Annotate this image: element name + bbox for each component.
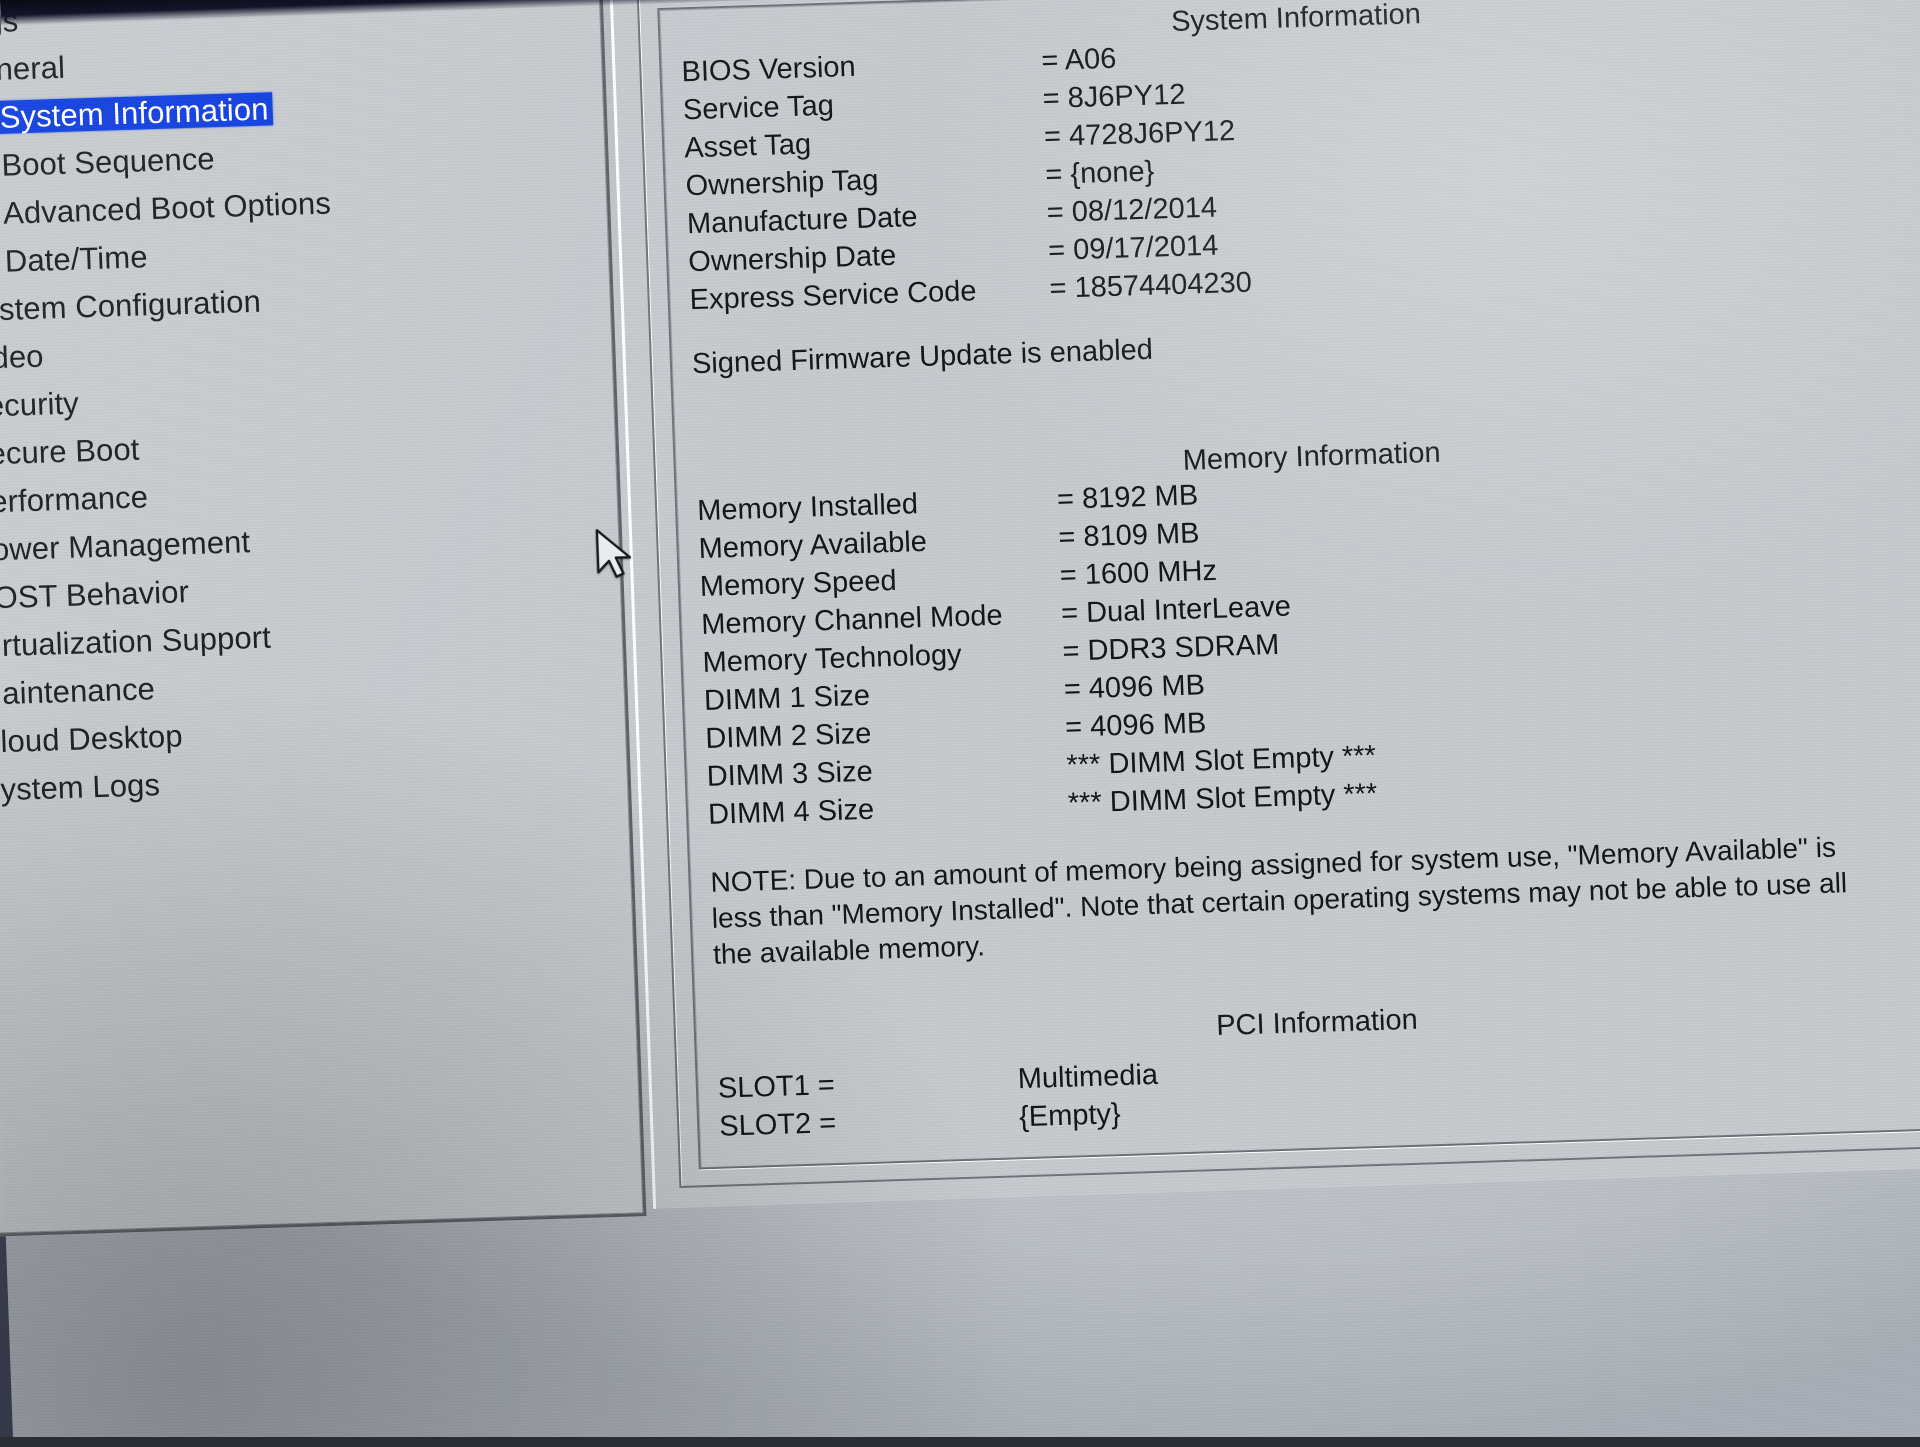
row-key: BIOS Version <box>680 50 857 89</box>
sidebar-item-label: Performance <box>0 478 149 520</box>
sidebar-item-label: Maintenance <box>0 670 156 712</box>
sidebar-item-label: General <box>0 49 66 88</box>
sidebar-item-label: Power Management <box>0 523 251 568</box>
monitor-bezel-bottom <box>0 1437 1920 1447</box>
pci-slot-label: SLOT2 = <box>718 1107 837 1144</box>
sidebar-item-label: System Configuration <box>0 283 262 328</box>
sidebar-item-label: System Logs <box>0 766 161 808</box>
information-body: System Information BIOS Version = A06 Se… <box>680 0 1920 1151</box>
sidebar-item-label: Boot Sequence <box>0 140 216 183</box>
settings-tree-pane: tings General System Information Boot Se… <box>0 0 647 1237</box>
sidebar-item-label: Date/Time <box>4 238 149 279</box>
content-frame: System Information BIOS Version = A06 Se… <box>657 0 1920 1170</box>
monitor-photo: tings General System Information Boot Se… <box>0 0 1920 1447</box>
sidebar-item-label: Security <box>0 384 80 424</box>
mouse-cursor-icon <box>595 529 632 578</box>
sidebar-item-label: Cloud Desktop <box>0 717 184 760</box>
sidebar-item-label: Secure Boot <box>0 431 141 472</box>
detail-pane: × System Information System Information … <box>606 0 1920 1209</box>
sidebar-item-label: System Information <box>0 91 274 134</box>
sidebar-item-label: Video <box>0 338 45 376</box>
settings-tree[interactable]: tings General System Information Boot Se… <box>0 0 608 814</box>
sidebar-item-label: Advanced Boot Options <box>2 184 332 231</box>
bios-setup-screen: tings General System Information Boot Se… <box>0 0 1920 1447</box>
sidebar-item-label: POST Behavior <box>0 573 190 616</box>
sidebar-item-label: Virtualization Support <box>0 619 272 664</box>
row-key: Memory Installed <box>696 488 919 528</box>
system-information-groupbox: System Information System Information BI… <box>636 0 1920 1188</box>
pci-slot-label: SLOT1 = <box>717 1069 836 1106</box>
